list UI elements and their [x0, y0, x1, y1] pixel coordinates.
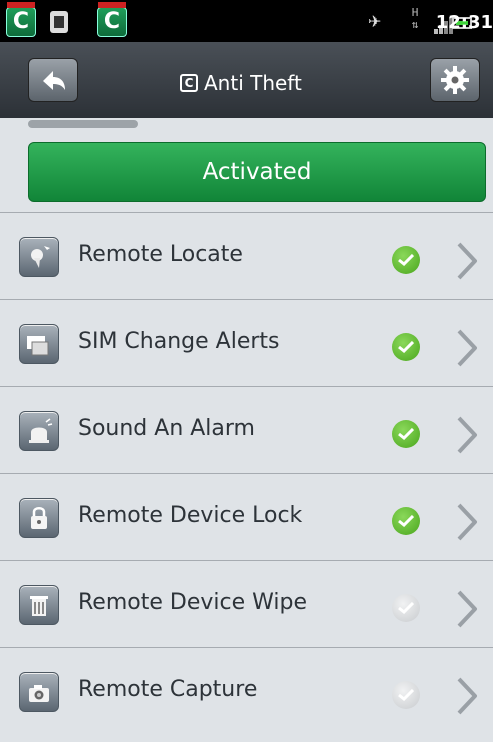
chevron-right-icon	[457, 677, 477, 715]
settings-button[interactable]	[430, 58, 480, 102]
chevron-right-icon	[457, 590, 477, 628]
status-bar: ✈ H⇅ 12:31	[0, 0, 493, 42]
locate-icon	[19, 237, 59, 277]
page-title: Anti Theft	[204, 71, 302, 95]
chevron-right-icon	[457, 503, 477, 541]
check-icon	[392, 420, 420, 448]
app-icon	[6, 2, 36, 37]
lock-icon	[19, 498, 59, 538]
network-icon: H ⇅	[411, 6, 419, 31]
chevron-right-icon	[457, 242, 477, 280]
check-icon	[392, 507, 420, 535]
alarm-icon	[19, 411, 59, 451]
back-button[interactable]	[28, 58, 78, 102]
satellite-icon: ✈	[368, 12, 382, 31]
camera-icon	[19, 672, 59, 712]
wipe-icon	[19, 585, 59, 625]
check-icon	[392, 246, 420, 274]
main-content: Activated Remote Locate SIM Change Alert…	[0, 118, 493, 742]
feature-label: Remote Capture	[78, 677, 258, 702]
scrollbar[interactable]	[28, 120, 138, 128]
activated-button[interactable]: Activated	[28, 142, 486, 202]
feature-list: Remote Locate SIM Change Alerts Sound An…	[0, 212, 493, 734]
check-icon	[392, 333, 420, 361]
title-group: C Anti Theft	[180, 68, 302, 98]
feature-label: Remote Device Lock	[78, 503, 303, 528]
feature-item-remote-locate[interactable]: Remote Locate	[0, 212, 493, 299]
feature-item-remote-capture[interactable]: Remote Capture	[0, 647, 493, 734]
back-arrow-icon	[43, 71, 65, 90]
feature-item-sound-an-alarm[interactable]: Sound An Alarm	[0, 386, 493, 473]
title-bar: C Anti Theft	[0, 42, 493, 119]
clock: 12:31	[435, 12, 493, 33]
feature-label: Remote Device Wipe	[78, 590, 307, 615]
sim-icon	[19, 324, 59, 364]
app-icon	[97, 2, 127, 37]
feature-label: Sound An Alarm	[78, 416, 255, 441]
check-icon	[392, 681, 420, 709]
feature-label: Remote Locate	[78, 242, 243, 267]
feature-item-remote-device-lock[interactable]: Remote Device Lock	[0, 473, 493, 560]
feature-item-sim-change-alerts[interactable]: SIM Change Alerts	[0, 299, 493, 386]
chip-icon	[50, 11, 68, 33]
feature-label: SIM Change Alerts	[78, 329, 280, 354]
chevron-right-icon	[457, 329, 477, 367]
chevron-right-icon	[457, 416, 477, 454]
check-icon	[392, 594, 420, 622]
gear-icon	[441, 66, 469, 94]
feature-item-remote-device-wipe[interactable]: Remote Device Wipe	[0, 560, 493, 647]
comodo-logo-icon: C	[180, 74, 198, 92]
